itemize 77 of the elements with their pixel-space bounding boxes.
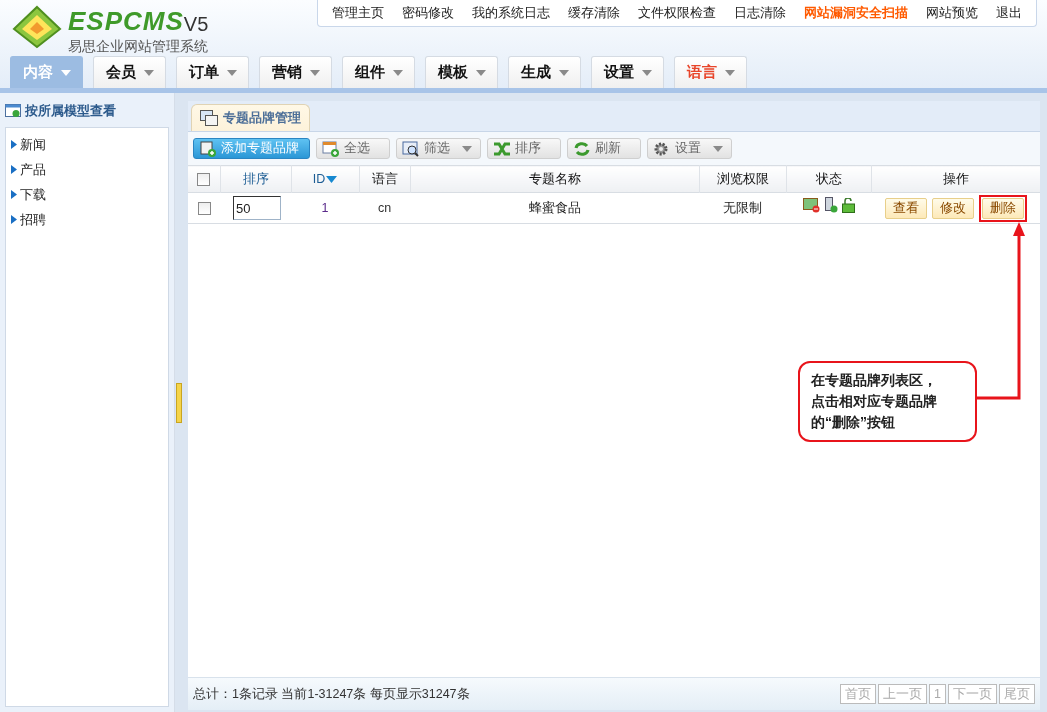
picture-remove-icon bbox=[802, 197, 820, 213]
nav-tab[interactable]: 订单 bbox=[176, 56, 249, 88]
top-link[interactable]: 我的系统日志 bbox=[463, 3, 559, 23]
phone-add-icon bbox=[823, 197, 838, 214]
nav-tab[interactable]: 模板 bbox=[425, 56, 498, 88]
sort-down-icon bbox=[326, 175, 338, 183]
action-button[interactable]: 查看 bbox=[884, 197, 927, 219]
nav-tab[interactable]: 生成 bbox=[508, 56, 581, 88]
caret-icon bbox=[60, 69, 71, 76]
top-link[interactable]: 缓存清除 bbox=[559, 3, 629, 23]
caret-icon bbox=[558, 69, 569, 76]
nav-tab[interactable]: 语言 bbox=[674, 56, 747, 88]
window-add-icon bbox=[5, 104, 22, 118]
action-button[interactable]: 修改 bbox=[931, 197, 974, 219]
triangle-icon bbox=[11, 190, 17, 199]
document-add-icon bbox=[199, 140, 217, 157]
table-cell: 1 bbox=[321, 200, 329, 215]
caret-icon bbox=[392, 69, 403, 76]
table-cell: 无限制 bbox=[723, 200, 762, 215]
column-header: 状态 bbox=[786, 165, 871, 193]
record-summary: 总计：1条记录 当前1-31247条 每页显示31247条 bbox=[193, 685, 470, 703]
caret-icon bbox=[641, 69, 652, 76]
logo-icon bbox=[12, 5, 62, 49]
triangle-icon bbox=[11, 165, 17, 174]
sidebar-item[interactable]: 新闻 bbox=[6, 132, 168, 157]
caret-icon bbox=[226, 69, 237, 76]
nav-tab[interactable]: 组件 bbox=[342, 56, 415, 88]
row-checkbox[interactable] bbox=[197, 201, 211, 215]
top-link[interactable]: 网站预览 bbox=[917, 3, 987, 23]
refresh-icon bbox=[573, 140, 591, 157]
nav-tab[interactable]: 营销 bbox=[259, 56, 332, 88]
sidebar-title: 按所属模型查看 bbox=[25, 102, 116, 121]
top-link[interactable]: 文件权限检查 bbox=[629, 3, 725, 23]
logo-brand: ESPCMS bbox=[68, 8, 184, 34]
column-header: 语言 bbox=[359, 165, 410, 193]
top-link[interactable]: 退出 bbox=[987, 3, 1031, 23]
toolbar-button[interactable]: 筛选 bbox=[396, 138, 481, 159]
panel-tab[interactable]: 专题品牌管理 bbox=[191, 104, 310, 131]
nav-tab[interactable]: 设置 bbox=[591, 56, 664, 88]
table-add-icon bbox=[322, 140, 340, 157]
triangle-icon bbox=[11, 140, 17, 149]
callout-text: 点击相对应专题品牌 bbox=[811, 392, 938, 411]
sidebar-item[interactable]: 下载 bbox=[6, 182, 168, 207]
action-button[interactable]: 删除 bbox=[981, 197, 1024, 219]
toolbar-button[interactable]: 排序 bbox=[487, 138, 561, 159]
column-header[interactable]: 排序 bbox=[220, 165, 291, 193]
toolbar-button[interactable]: 全选 bbox=[316, 138, 390, 159]
logo-version: V5 bbox=[183, 14, 209, 34]
windows-icon bbox=[200, 110, 218, 126]
table-cell: 蜂蜜食品 bbox=[528, 200, 581, 215]
top-link[interactable]: 日志清除 bbox=[725, 3, 795, 23]
callout-text: 在专题品牌列表区， bbox=[811, 371, 938, 390]
column-header: 专题名称 bbox=[410, 165, 699, 193]
table-cell: cn bbox=[377, 200, 392, 215]
triangle-icon bbox=[11, 215, 17, 224]
nav-tab[interactable]: 会员 bbox=[93, 56, 166, 88]
caret-icon bbox=[309, 69, 320, 76]
caret-icon bbox=[475, 69, 486, 76]
toolbar-button[interactable]: 刷新 bbox=[567, 138, 641, 159]
splitter-handle[interactable] bbox=[176, 382, 182, 423]
top-link[interactable]: 密码修改 bbox=[393, 3, 463, 23]
top-link[interactable]: 管理主页 bbox=[323, 3, 393, 23]
shuffle-icon bbox=[493, 140, 511, 157]
padlock-open-icon bbox=[841, 197, 855, 213]
logo-subtitle: 易思企业网站管理系统 bbox=[68, 37, 209, 56]
sidebar-item[interactable]: 产品 bbox=[6, 157, 168, 182]
window-search-icon bbox=[402, 140, 420, 157]
sidebar-item[interactable]: 招聘 bbox=[6, 207, 168, 232]
callout-text: 的“删除”按钮 bbox=[811, 413, 896, 432]
toolbar-button[interactable]: 设置 bbox=[647, 138, 732, 159]
column-header[interactable]: ID bbox=[291, 165, 359, 193]
column-header: 操作 bbox=[871, 165, 1040, 193]
caret-icon bbox=[143, 69, 154, 76]
select-all-checkbox[interactable] bbox=[197, 173, 211, 187]
order-input[interactable]: 50 bbox=[233, 196, 281, 220]
column-header: 浏览权限 bbox=[699, 165, 786, 193]
caret-icon bbox=[724, 69, 735, 76]
